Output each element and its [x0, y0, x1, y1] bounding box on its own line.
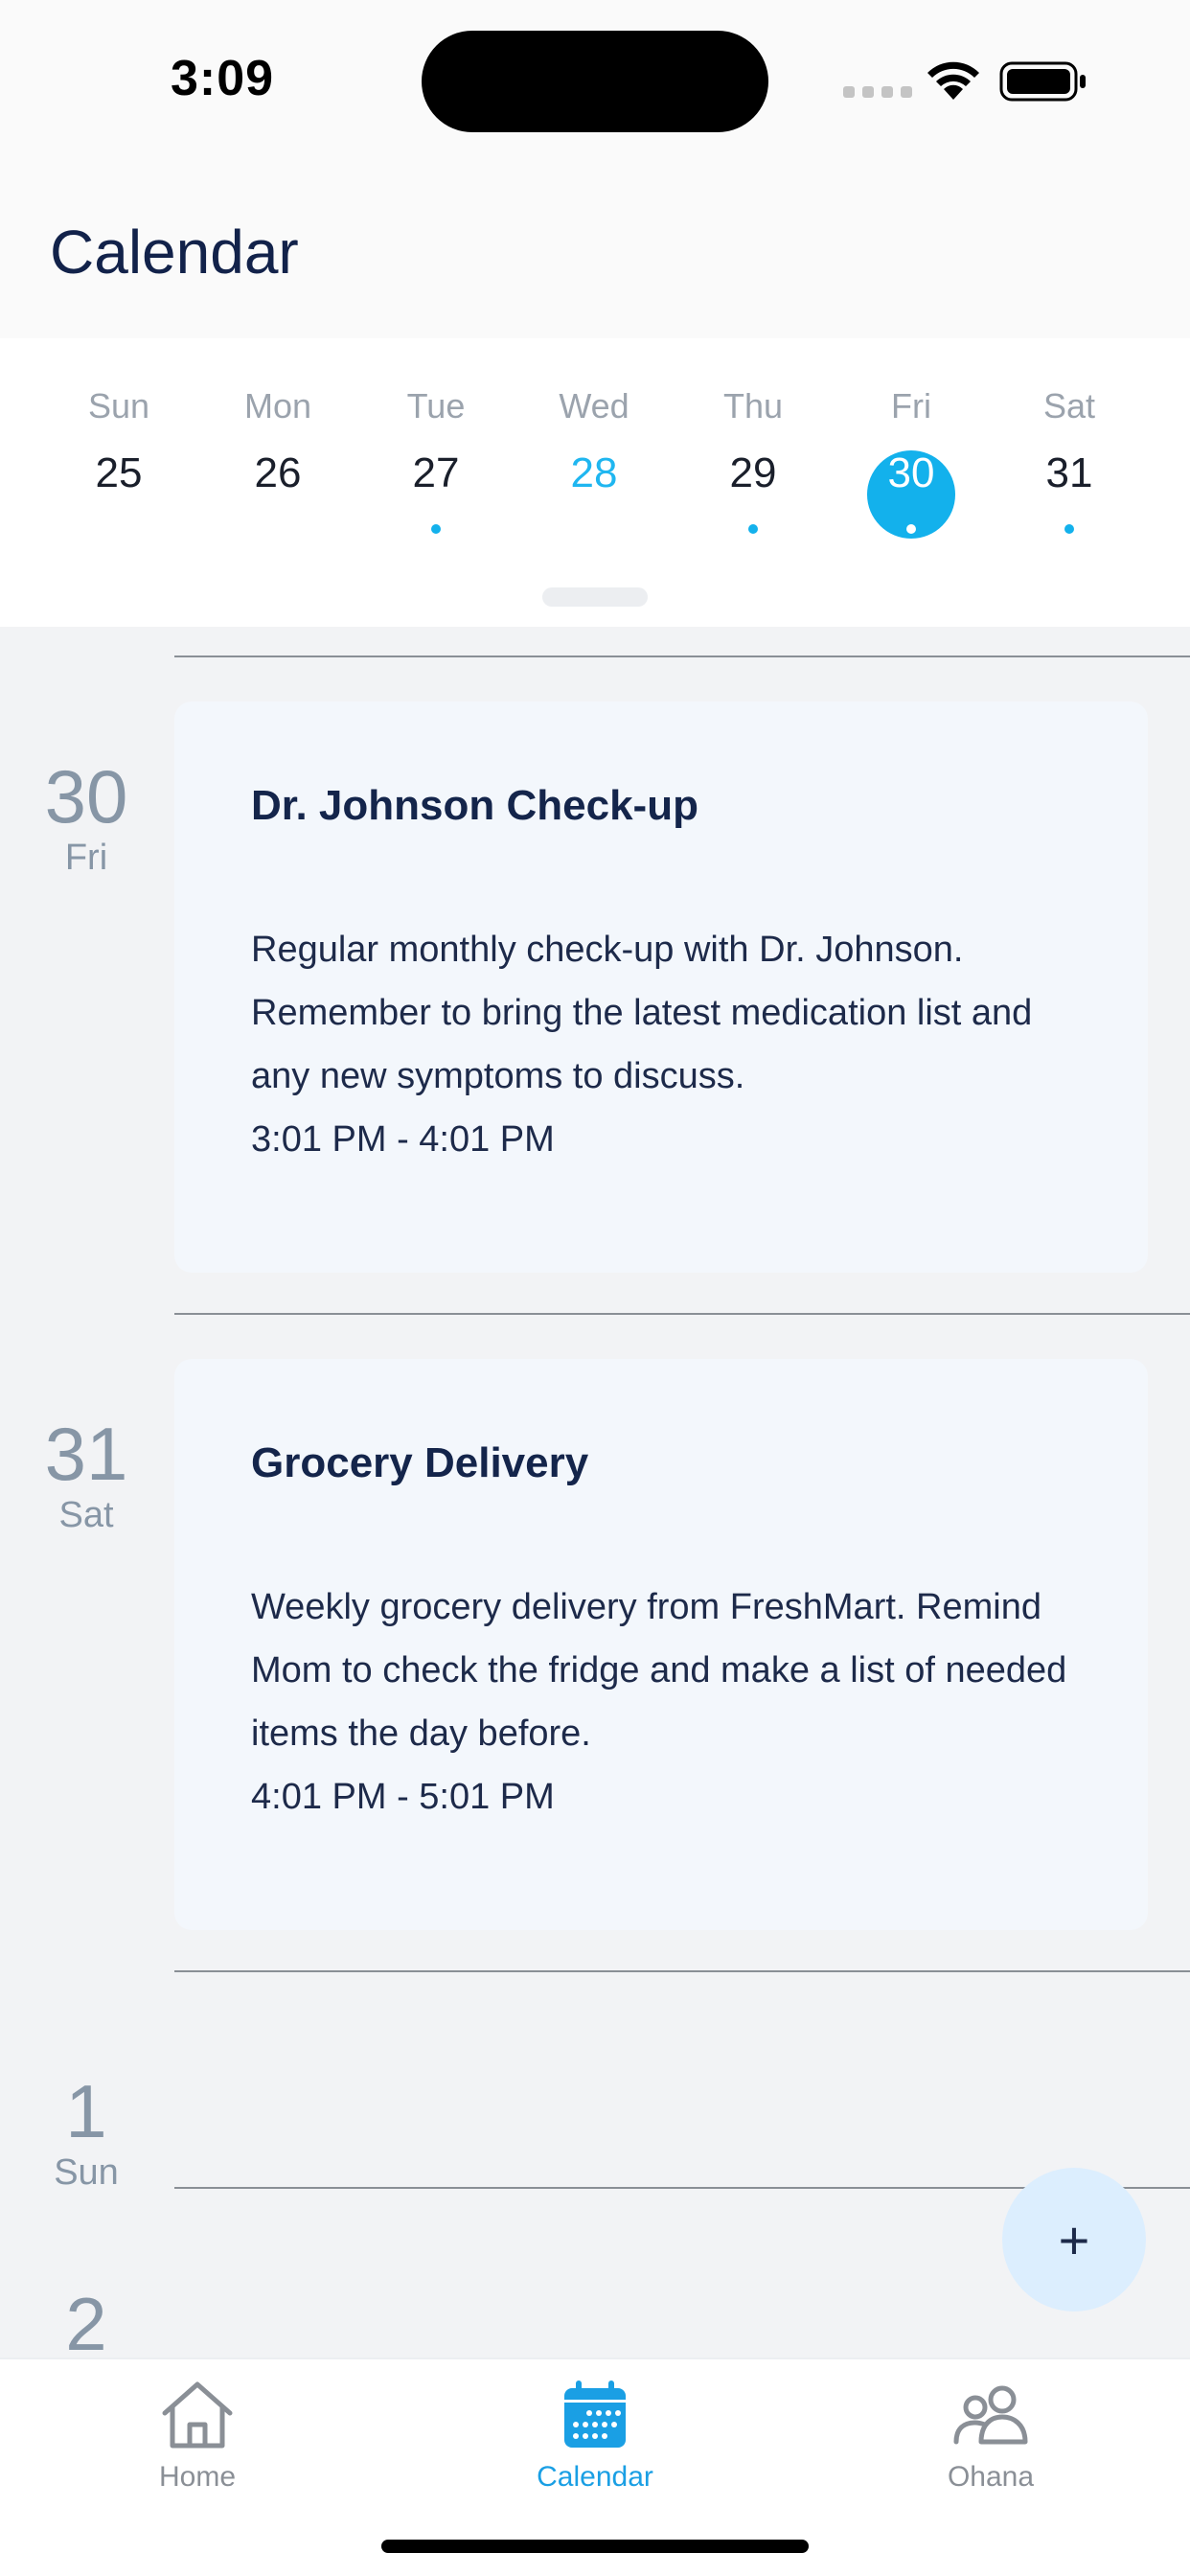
tab-home[interactable]: Home — [82, 2379, 312, 2494]
week-day-name: Tue — [406, 386, 466, 426]
people-icon — [953, 2385, 1028, 2445]
home-icon — [162, 2381, 233, 2449]
header: Calendar — [0, 163, 1190, 338]
agenda-date-weekday: Fri — [64, 838, 108, 878]
tab-calendar[interactable]: Calendar — [480, 2379, 710, 2494]
week-day-name: Sun — [87, 386, 150, 426]
dynamic-island — [422, 31, 768, 132]
day-separator — [174, 1313, 1190, 1315]
week-day-name: Thu — [722, 386, 784, 426]
day-separator — [174, 656, 1190, 657]
event-indicator-dot — [1064, 524, 1074, 534]
event-description: Weekly grocery delivery from FreshMart. … — [251, 1587, 1067, 1754]
agenda-date-30: 30 Fri — [0, 759, 172, 879]
event-time: 4:01 PM - 5:01 PM — [251, 1777, 555, 1817]
day-separator — [174, 1970, 1190, 1972]
week-day-name: Sat — [1042, 386, 1096, 426]
agenda-date-number: 1 — [65, 2069, 107, 2153]
tab-label: Ohana — [947, 2461, 1035, 2493]
tab-label: Home — [158, 2461, 237, 2493]
status-time: 3:09 — [171, 51, 275, 106]
week-day-number: 25 — [95, 449, 143, 496]
home-indicator[interactable] — [381, 2540, 809, 2553]
agenda-date-weekday: Sun — [54, 2152, 119, 2193]
week-day-number: 29 — [729, 449, 777, 496]
event-title: Grocery Delivery — [251, 1439, 589, 1486]
event-description: Regular monthly check-up with Dr. Johnso… — [251, 930, 1033, 1096]
week-strip: Sun 25 Mon 26 Tue 27 Wed 28 Thu 29 Fri 30 Sat 31 — [0, 338, 1190, 627]
agenda-date-number: 2 — [65, 2282, 107, 2358]
event-card[interactable]: Grocery Delivery Weekly grocery delivery… — [174, 1359, 1148, 1930]
event-indicator-dot — [906, 524, 916, 534]
agenda-date-number: 31 — [44, 1412, 128, 1496]
week-day-name: Fri — [891, 386, 931, 426]
week-day-number: 27 — [412, 449, 460, 496]
event-title: Dr. Johnson Check-up — [251, 782, 698, 829]
week-day-name: Mon — [243, 386, 312, 426]
agenda-list[interactable]: 30 Fri Dr. Johnson Check-up Regular mont… — [0, 627, 1190, 2358]
status-bar: 3:09 — [0, 0, 1190, 163]
wifi-icon — [927, 61, 979, 100]
agenda-date-31: 31 Sat — [0, 1416, 172, 1536]
page-title: Calendar — [50, 218, 299, 287]
event-time: 3:01 PM - 4:01 PM — [251, 1119, 555, 1160]
week-day-name: Wed — [559, 386, 629, 426]
plus-icon: + — [1058, 2209, 1090, 2270]
event-card[interactable]: Dr. Johnson Check-up Regular monthly che… — [174, 702, 1148, 1273]
agenda-date-weekday: Sat — [58, 1495, 114, 1535]
week-day-number: 26 — [254, 449, 302, 496]
event-indicator-dot — [748, 524, 758, 534]
agenda-date-2: 2 — [0, 2287, 172, 2358]
cellular-signal-icon — [843, 86, 912, 98]
event-indicator-dot — [431, 524, 441, 534]
week-day-number: 30 — [887, 449, 935, 496]
tab-ohana[interactable]: Ohana — [876, 2379, 1106, 2494]
agenda-date-number: 30 — [44, 754, 128, 839]
drag-handle[interactable] — [542, 587, 648, 607]
calendar-icon — [564, 2380, 626, 2448]
tab-label: Calendar — [537, 2461, 653, 2493]
battery-icon — [999, 61, 1086, 102]
week-day-number: 28 — [570, 449, 618, 496]
add-event-button[interactable]: + — [1002, 2168, 1146, 2312]
agenda-date-1: 1 Sun — [0, 2074, 172, 2194]
week-day-number: 31 — [1045, 449, 1093, 496]
